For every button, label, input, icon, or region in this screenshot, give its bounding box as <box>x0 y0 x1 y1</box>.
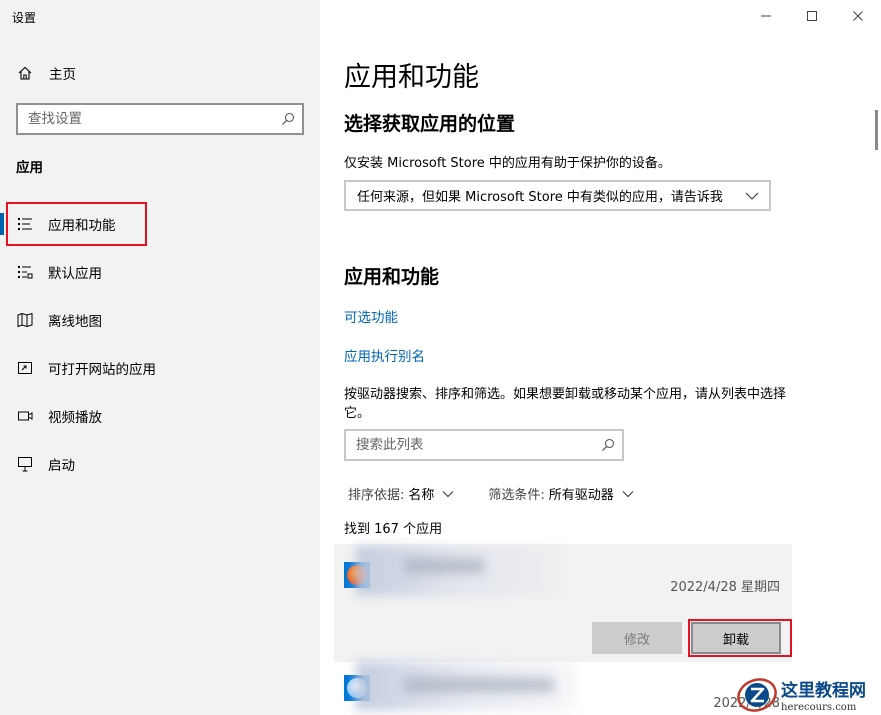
install-source-selected-value: 任何来源，但如果 Microsoft Store 中有类似的应用，请告诉我 <box>357 190 723 205</box>
home-nav-item[interactable]: 主页 <box>16 62 76 84</box>
startup-icon <box>16 455 34 473</box>
app-list-item[interactable]: 2022/4/28 <box>334 661 792 715</box>
install-source-description: 仅安装 Microsoft Store 中的应用有助于保护你的设备。 <box>344 156 671 171</box>
modify-button[interactable]: 修改 <box>592 622 682 654</box>
sort-by-label: 排序依据: <box>348 488 405 503</box>
optional-features-link[interactable]: 可选功能 <box>344 306 398 326</box>
apps-list-description: 按驱动器搜索、排序和筛选。如果想要卸载或移动某个应用，请从列表中选择它。 <box>344 387 787 421</box>
search-icon[interactable] <box>600 437 616 453</box>
watermark-logo-icon <box>736 674 778 715</box>
sidebar-item-label: 可打开网站的应用 <box>48 362 156 378</box>
sidebar-item-label: 应用和功能 <box>48 218 116 234</box>
window-title: 设置 <box>12 11 37 25</box>
sort-by-dropdown[interactable]: 排序依据: 名称 <box>348 484 454 503</box>
blurred-app-name <box>404 677 554 693</box>
apps-for-websites-icon <box>16 359 34 377</box>
sidebar: 设置 主页 应用 应用和功能 默认应用 <box>0 0 320 715</box>
watermark-url: herecours.com <box>781 702 857 713</box>
home-label: 主页 <box>49 67 76 83</box>
home-icon <box>16 64 34 82</box>
apps-list-icon <box>16 215 34 233</box>
default-apps-icon <box>16 263 34 281</box>
sidebar-nav: 应用和功能 默认应用 离线地图 可打开网站的应用 视频播放 启动 <box>0 200 320 488</box>
sidebar-item-label: 离线地图 <box>48 314 102 330</box>
chevron-down-icon <box>622 488 634 500</box>
install-source-heading: 选择获取应用的位置 <box>344 113 516 135</box>
apps-list-search-input[interactable] <box>356 437 600 453</box>
app-list-item-selected[interactable]: 2022/4/28 星期四 修改 卸载 <box>334 544 792 662</box>
site-watermark: 这里教程网 herecours.com <box>736 674 881 715</box>
watermark-main-text: 这里教程网 <box>781 681 866 701</box>
chevron-down-icon <box>442 488 454 500</box>
uninstall-button[interactable]: 卸载 <box>691 622 781 654</box>
page-title: 应用和功能 <box>344 62 479 93</box>
settings-search-input[interactable] <box>28 111 280 127</box>
sidebar-item-label: 视频播放 <box>48 410 102 426</box>
sidebar-item-default-apps[interactable]: 默认应用 <box>0 248 320 296</box>
apps-features-heading: 应用和功能 <box>344 266 440 288</box>
app-execution-aliases-link[interactable]: 应用执行别名 <box>344 345 425 365</box>
sidebar-item-label: 启动 <box>48 458 75 474</box>
sidebar-item-apps-for-websites[interactable]: 可打开网站的应用 <box>0 344 320 392</box>
video-playback-icon <box>16 407 34 425</box>
sidebar-item-offline-maps[interactable]: 离线地图 <box>0 296 320 344</box>
filter-by-dropdown[interactable]: 筛选条件: 所有驱动器 <box>488 484 634 503</box>
settings-search-box[interactable] <box>16 103 304 135</box>
sidebar-item-label: 默认应用 <box>48 266 102 282</box>
sort-by-value: 名称 <box>408 488 435 503</box>
sidebar-section-heading: 应用 <box>16 160 43 176</box>
list-filters: 排序依据: 名称 筛选条件: 所有驱动器 <box>348 484 634 503</box>
minimize-icon[interactable] <box>743 0 789 32</box>
sidebar-item-video-playback[interactable]: 视频播放 <box>0 392 320 440</box>
watermark-text: 这里教程网 herecours.com <box>781 676 866 713</box>
blurred-app-name <box>404 558 484 574</box>
search-icon[interactable] <box>280 111 296 127</box>
install-source-dropdown[interactable]: 任何来源，但如果 Microsoft Store 中有类似的应用，请告诉我 <box>344 180 771 211</box>
filter-by-label: 筛选条件: <box>488 488 545 503</box>
app-count-text: 找到 167 个应用 <box>344 522 443 537</box>
apps-list-search-box[interactable] <box>344 429 624 461</box>
chevron-down-icon <box>745 189 759 203</box>
filter-by-value: 所有驱动器 <box>548 488 614 503</box>
close-icon[interactable] <box>835 0 881 32</box>
scrollbar-thumb[interactable] <box>875 110 878 150</box>
sidebar-item-apps-features[interactable]: 应用和功能 <box>0 200 320 248</box>
window-controls <box>743 0 881 32</box>
sidebar-item-startup[interactable]: 启动 <box>0 440 320 488</box>
maximize-icon[interactable] <box>789 0 835 32</box>
app-install-date: 2022/4/28 星期四 <box>670 580 780 595</box>
offline-maps-icon <box>16 311 34 329</box>
